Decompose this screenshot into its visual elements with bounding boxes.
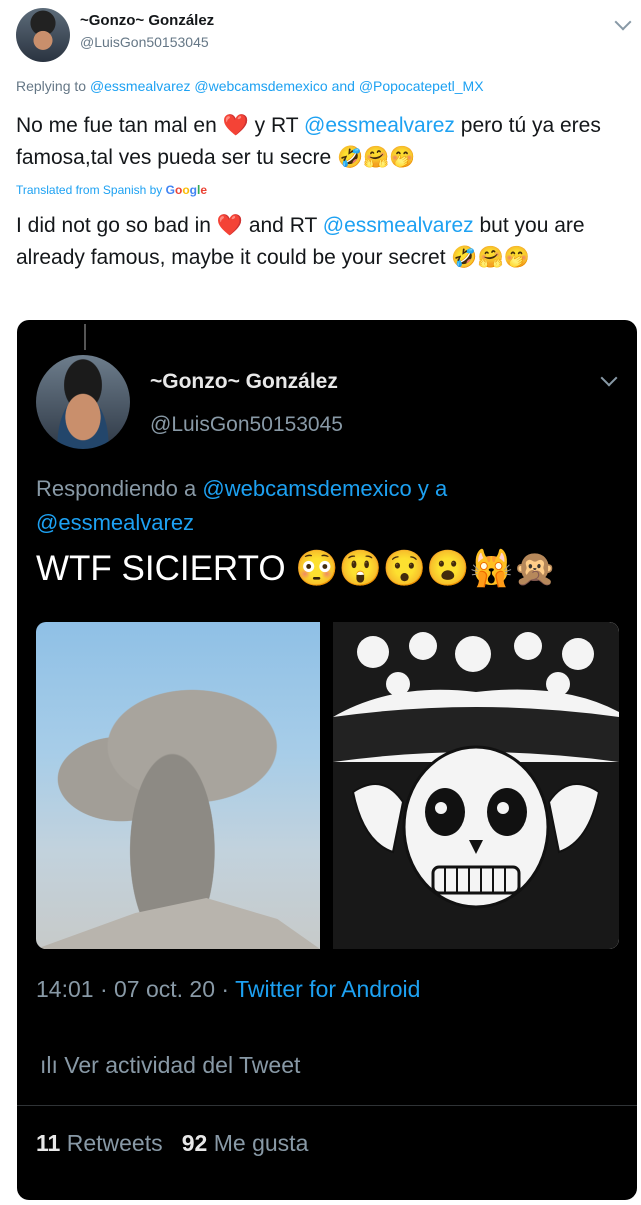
heart-icon: ❤️ <box>216 214 243 237</box>
catrina-illustration[interactable] <box>333 622 619 949</box>
author-handle[interactable]: @LuisGon50153045 <box>80 34 209 50</box>
reply-mention-popocatepetl[interactable]: @Popocatepetl_MX <box>359 78 484 94</box>
emoji-group: 😳😲😯😮🙀🙊 <box>295 549 557 588</box>
mention-link[interactable]: @essmealvarez <box>323 214 474 237</box>
text-segment: No me fue tan mal en <box>16 114 217 137</box>
tweet-timestamp: 14:01 · 07 oct. 20 · Twitter for Android <box>36 976 420 1003</box>
replying-label: Replying to <box>16 78 87 94</box>
analytics-icon: ılı <box>40 1052 58 1078</box>
replying-label: Respondiendo a <box>36 476 197 501</box>
catrina-drawing <box>333 622 619 949</box>
text-segment: I did not go so bad in <box>16 214 211 237</box>
retweets-count: 11 <box>36 1130 61 1156</box>
translation-attribution: Translated from Spanish by Google <box>16 183 207 197</box>
volcano-mountain <box>36 898 320 949</box>
emoji-group: 🤣🤗🤭 <box>337 146 416 169</box>
likes-label: Me gusta <box>213 1130 309 1156</box>
tweet-source[interactable]: Twitter for Android <box>235 976 420 1002</box>
avatar[interactable] <box>36 355 130 449</box>
embedded-replying-to: Respondiendo a @webcamsdemexico y a @ess… <box>36 472 596 540</box>
chevron-down-icon[interactable] <box>614 13 632 31</box>
replying-to: Replying to @essmealvarez @webcamsdemexi… <box>16 78 484 94</box>
google-logo[interactable]: Google <box>166 183 207 197</box>
emoji-group: 🤣🤗🤭 <box>451 246 530 269</box>
activity-label: Ver actividad del Tweet <box>64 1052 301 1078</box>
heart-icon: ❤️ <box>222 114 249 137</box>
thread-line <box>84 324 86 350</box>
tweet-text-english: I did not go so bad in ❤️ and RT @essmea… <box>16 210 628 274</box>
divider <box>17 1105 637 1106</box>
tweet-activity-link[interactable]: ılı Ver actividad del Tweet <box>40 1052 300 1079</box>
embedded-author-name[interactable]: ~Gonzo~ González <box>150 370 338 394</box>
text-segment: WTF SICIERTO <box>36 549 286 588</box>
embedded-tweet-text: WTF SICIERTO 😳😲😯😮🙀🙊 <box>36 548 557 589</box>
translated-label: Translated from Spanish by <box>16 183 163 197</box>
retweets-label: Retweets <box>66 1130 163 1156</box>
likes-count: 92 <box>181 1130 208 1156</box>
mention-link[interactable]: @essmealvarez <box>304 114 455 137</box>
avatar[interactable] <box>16 8 70 62</box>
likes-stat[interactable]: 92 Me gusta <box>182 1130 309 1156</box>
volcano-photo[interactable] <box>36 622 320 949</box>
tweet-time[interactable]: 14:01 · 07 oct. 20 · <box>36 976 229 1002</box>
text-segment: and RT <box>248 214 317 237</box>
reply-mentions[interactable]: @essmealvarez @webcamsdemexico <box>90 78 328 94</box>
text-segment: y RT <box>254 114 299 137</box>
tweet-text-spanish: No me fue tan mal en ❤️ y RT @essmealvar… <box>16 110 626 174</box>
tweet-stats: 11 Retweets 92 Me gusta <box>36 1130 308 1157</box>
tweet-header: ~Gonzo~ González @LuisGon50153045 <box>0 0 641 72</box>
reply-and: and <box>331 78 355 94</box>
embedded-author-handle[interactable]: @LuisGon50153045 <box>150 413 343 437</box>
retweets-stat[interactable]: 11 Retweets <box>36 1130 163 1156</box>
author-name[interactable]: ~Gonzo~ González <box>80 12 214 29</box>
